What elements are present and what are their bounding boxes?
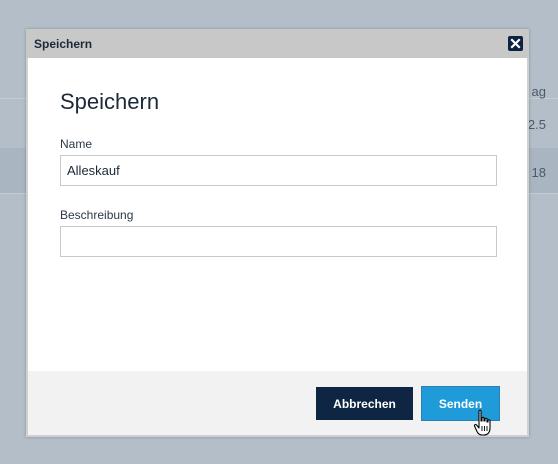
dialog-titlebar-title: Speichern xyxy=(34,37,93,51)
submit-button[interactable]: Senden xyxy=(422,387,499,420)
dialog-body: Speichern Name Beschreibung xyxy=(28,58,527,371)
close-button[interactable] xyxy=(508,36,523,51)
dialog-heading: Speichern xyxy=(60,89,160,114)
background-row-value: 18 xyxy=(531,165,546,180)
dialog-titlebar[interactable]: Speichern xyxy=(26,29,529,58)
save-dialog: Speichern Speichern Name Beschreibung Ab… xyxy=(26,29,529,437)
name-label: Name xyxy=(60,137,93,151)
cancel-button[interactable]: Abbrechen xyxy=(316,387,413,420)
background-column-header: ag xyxy=(531,84,546,99)
dialog-footer: Abbrechen Senden xyxy=(28,371,527,435)
close-icon xyxy=(510,38,521,49)
description-label: Beschreibung xyxy=(60,208,134,222)
name-input[interactable] xyxy=(60,155,497,186)
background-row-value: 2.5 xyxy=(527,117,546,132)
description-input[interactable] xyxy=(60,226,497,257)
